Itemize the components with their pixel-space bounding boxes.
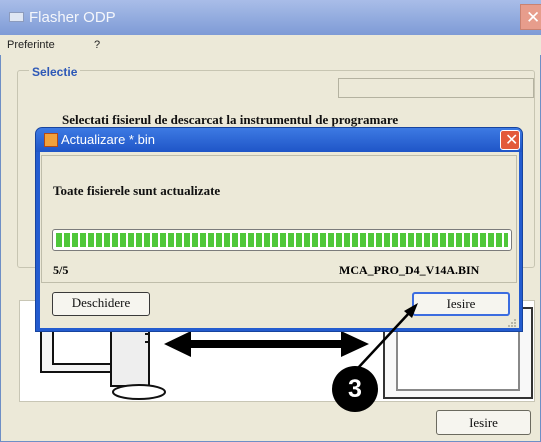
callout-number: 3 (348, 375, 362, 403)
callout-arrow (357, 303, 418, 369)
